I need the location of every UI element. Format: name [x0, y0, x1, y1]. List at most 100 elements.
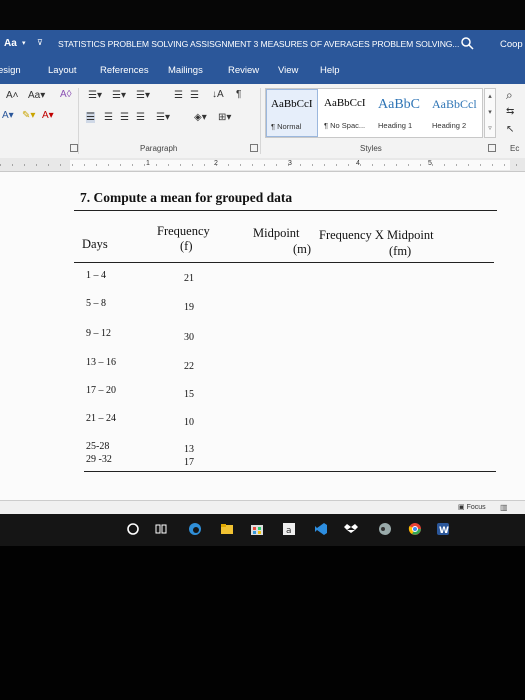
tab-mailings[interactable]: Mailings: [168, 65, 203, 76]
cell-days: 29 -32: [86, 454, 112, 465]
col-header-fxm: Frequency X Midpoint: [319, 228, 434, 242]
align-right-icon[interactable]: ☰: [120, 112, 129, 123]
cell-frequency: 22: [184, 361, 194, 372]
grow-font-icon[interactable]: A˄: [6, 90, 19, 101]
user-account-name[interactable]: Coop: [500, 39, 523, 50]
file-explorer-icon[interactable]: [220, 522, 234, 536]
chevron-down-icon[interactable]: ▾: [22, 39, 26, 47]
justify-icon[interactable]: ☰: [136, 112, 145, 123]
document-area[interactable]: 7. Compute a mean for grouped data Days …: [0, 172, 525, 507]
chrome-icon[interactable]: [408, 522, 422, 536]
question-heading: 7. Compute a mean for grouped data: [80, 190, 293, 205]
view-layout-icon[interactable]: ▥: [500, 503, 508, 512]
more-styles-icon[interactable]: ▿: [485, 121, 495, 137]
ribbon-home: A˄ Aa▾ A◊ A▾ ✎▾ A▾ ☰▾ ☰▾ ☰▾ ☰ ☰ ↓A ¶ ☰ ☰…: [0, 84, 525, 166]
focus-mode-button[interactable]: ▣ Focus: [458, 503, 486, 511]
line-spacing-icon[interactable]: ☰▾: [156, 112, 170, 123]
cell-days: 9 – 12: [86, 328, 111, 339]
quick-access-icon[interactable]: ⊽: [37, 38, 43, 47]
style-heading-2[interactable]: AaBbCcl Heading 2: [428, 89, 482, 137]
clear-formatting-icon[interactable]: A◊: [60, 89, 72, 100]
style-heading-1[interactable]: AaBbC Heading 1: [374, 89, 428, 137]
styles-group-label: Styles: [360, 144, 382, 153]
multilevel-list-icon[interactable]: ☰▾: [136, 90, 150, 101]
numbering-icon[interactable]: ☰▾: [112, 90, 126, 101]
style-normal[interactable]: AaBbCcI ¶ Normal: [266, 89, 318, 137]
search-icon[interactable]: [460, 36, 474, 50]
chevron-down-icon[interactable]: ▾: [485, 105, 495, 121]
vscode-icon[interactable]: [314, 522, 328, 536]
pilcrow-icon[interactable]: ¶: [236, 89, 241, 100]
table-bottom-rule: [84, 471, 496, 472]
find-icon[interactable]: ⌕: [506, 88, 513, 103]
cell-frequency: 10: [184, 417, 194, 428]
style-sample: AaBbCcI: [271, 98, 313, 110]
ruler-number: 2: [214, 160, 218, 167]
paragraph-group-label: Paragraph: [140, 144, 178, 153]
focus-label: Focus: [466, 504, 486, 511]
text-effects-icon[interactable]: A▾: [2, 110, 14, 121]
sort-icon[interactable]: ↓A: [212, 89, 224, 100]
tab-design[interactable]: esign: [0, 65, 21, 76]
font-dialog-launcher-icon[interactable]: [70, 144, 78, 152]
cell-frequency: 17: [184, 457, 194, 468]
style-no-spacing[interactable]: AaBbCcI ¶ No Spac...: [320, 89, 372, 137]
style-name: ¶ No Spac...: [324, 121, 366, 130]
heading-rule: [74, 210, 497, 211]
word-icon[interactable]: W: [436, 522, 450, 536]
edge-icon[interactable]: [188, 522, 202, 536]
style-sample: AaBbC: [378, 97, 420, 112]
borders-icon[interactable]: ⊞▾: [218, 112, 231, 123]
font-size-button[interactable]: Aa: [4, 38, 17, 49]
tab-layout[interactable]: Layout: [48, 65, 77, 76]
cell-days: 17 – 20: [86, 385, 116, 396]
tab-review[interactable]: Review: [228, 65, 259, 76]
paragraph-dialog-launcher-icon[interactable]: [250, 144, 258, 152]
cell-days: 21 – 24: [86, 413, 116, 424]
task-view-icon[interactable]: [154, 522, 168, 536]
svg-text:W: W: [439, 526, 449, 536]
cell-days: 25-28: [86, 441, 110, 452]
styles-gallery: AaBbCcI ¶ Normal AaBbCcI ¶ No Spac... Aa…: [265, 88, 483, 138]
dropbox-icon[interactable]: [344, 522, 358, 536]
cell-frequency: 19: [184, 302, 194, 313]
style-name: Heading 2: [432, 121, 467, 130]
table-header-rule: [74, 262, 494, 263]
font-color-icon[interactable]: A▾: [42, 110, 54, 121]
cortana-icon[interactable]: [126, 522, 140, 536]
styles-dialog-launcher-icon[interactable]: [488, 144, 496, 152]
webex-icon[interactable]: [378, 522, 392, 536]
col-header-frequency: Frequency: [157, 224, 210, 238]
windows-taskbar: a W: [0, 514, 525, 546]
ruler-number: 4: [356, 160, 360, 167]
style-name: Heading 1: [378, 121, 413, 130]
cell-frequency: 13: [184, 444, 194, 455]
align-left-icon[interactable]: ☰: [86, 112, 95, 123]
select-icon[interactable]: ↖: [506, 124, 514, 135]
bullets-icon[interactable]: ☰▾: [88, 90, 102, 101]
chevron-up-icon[interactable]: ▴: [485, 89, 495, 105]
tab-view[interactable]: View: [278, 65, 298, 76]
increase-indent-icon[interactable]: ☰: [190, 90, 199, 101]
app-a-icon[interactable]: a: [282, 522, 296, 536]
tab-references[interactable]: References: [100, 65, 149, 76]
screen-bezel-bottom: [0, 546, 525, 700]
col-header-fxm-symbol: (fm): [389, 244, 412, 258]
cell-frequency: 30: [184, 332, 194, 343]
change-case-icon[interactable]: Aa▾: [28, 90, 45, 101]
col-header-midpoint: Midpoint: [253, 226, 300, 240]
shading-icon[interactable]: ◈▾: [194, 112, 207, 123]
cell-days: 13 – 16: [86, 357, 116, 368]
highlight-icon[interactable]: ✎▾: [22, 110, 35, 121]
cell-days: 5 – 8: [86, 298, 106, 309]
divider: [260, 88, 261, 154]
horizontal-ruler[interactable]: 1 2 3 4 5: [0, 158, 525, 172]
replace-icon[interactable]: ⇆: [506, 106, 514, 117]
title-bar: Aa ▾ ⊽ STATISTICS PROBLEM SOLVING ASSISG…: [0, 30, 525, 60]
styles-scroll[interactable]: ▴ ▾ ▿: [484, 88, 496, 138]
align-center-icon[interactable]: ☰: [104, 112, 113, 123]
tab-help[interactable]: Help: [320, 65, 340, 76]
store-icon[interactable]: [250, 522, 264, 536]
document-page[interactable]: 7. Compute a mean for grouped data Days …: [0, 172, 525, 507]
decrease-indent-icon[interactable]: ☰: [174, 90, 183, 101]
